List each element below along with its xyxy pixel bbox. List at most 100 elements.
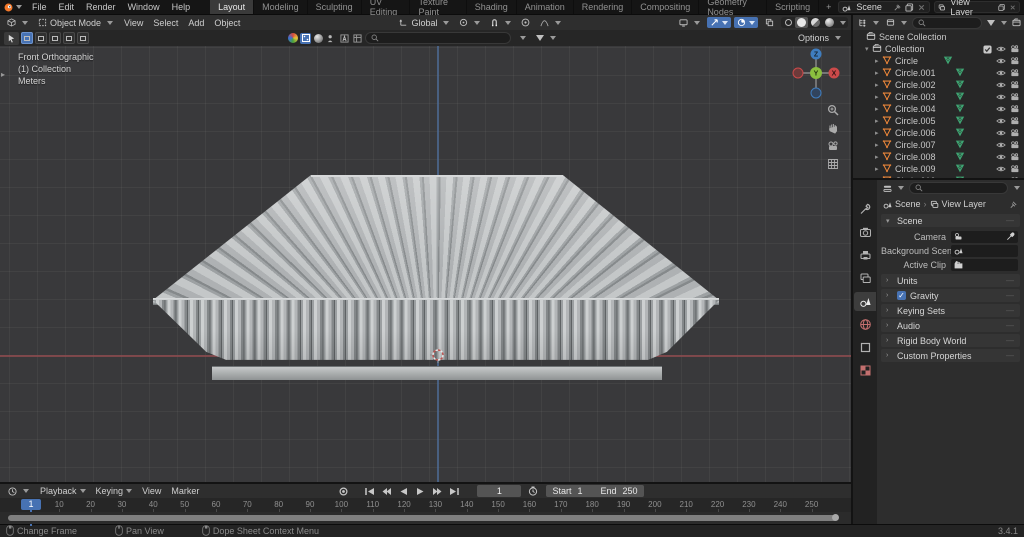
viewport-canvas[interactable]: Front Orthographic (1) Collection Meters… [0,46,851,482]
viewport-menu-object[interactable]: Object [209,17,245,29]
texture-filter-icon[interactable] [300,33,311,44]
menu-render[interactable]: Render [80,0,122,14]
eye-icon[interactable] [996,164,1006,174]
play-button[interactable] [413,485,427,497]
image-grid-filter-icon[interactable] [352,33,363,44]
panel-units[interactable]: ›Units— [881,274,1020,287]
jump-to-start-button[interactable] [362,485,376,497]
menu-help[interactable]: Help [166,0,197,14]
pin-icon[interactable] [1009,200,1018,209]
mode-dropdown[interactable]: Object Mode [34,17,117,29]
material-ball-filter-icon[interactable] [287,33,298,44]
camera-icon[interactable] [1010,116,1020,126]
scene-selector[interactable]: Scene [838,1,930,13]
eye-icon[interactable] [996,80,1006,90]
disclosure-triangle-icon[interactable]: ▸ [875,141,882,149]
workspace-tab-compositing[interactable]: Compositing [632,0,699,14]
workspace-tab-animation[interactable]: Animation [517,0,574,14]
panel-grip-icon[interactable]: — [1006,216,1015,225]
panel-rigid-body-world[interactable]: ›Rigid Body World— [881,334,1020,347]
eye-icon[interactable] [996,176,1006,178]
panel-grip-icon[interactable]: — [1006,321,1015,330]
add-workspace-button[interactable]: + [819,2,838,12]
disclosure-triangle-icon[interactable]: ▸ [875,105,882,113]
camera-icon[interactable] [1010,176,1020,178]
jump-to-end-button[interactable] [447,485,461,497]
panel-grip-icon[interactable]: — [1006,336,1015,345]
chevron-down-icon[interactable] [1014,186,1020,190]
outliner-object-circle-007[interactable]: ▸Circle.007 [853,139,1024,151]
camera-icon[interactable] [1010,80,1020,90]
shading-material-button[interactable] [809,17,822,28]
panel-grip-icon[interactable]: — [1006,351,1015,360]
eye-icon[interactable] [996,56,1006,66]
tab-object[interactable] [854,338,876,357]
timeline-menu-keying[interactable]: Keying [91,485,138,497]
camera-icon[interactable] [1010,68,1020,78]
font-filter-icon[interactable] [339,33,350,44]
eye-icon[interactable] [996,116,1006,126]
outliner-filter-button[interactable] [985,19,1009,27]
viewport-menu-add[interactable]: Add [183,17,209,29]
pin-icon[interactable] [893,3,902,12]
outliner-search-input[interactable] [912,17,982,29]
eye-icon[interactable] [996,44,1006,54]
select-mode-intersect-button[interactable] [77,32,89,44]
outliner-object-circle-010[interactable]: ▸Circle.010 [853,175,1024,178]
overlays-toggle[interactable] [734,17,758,28]
timeline-menu-playback[interactable]: Playback [35,485,91,497]
timeline-scrollbar-handle[interactable] [832,514,839,521]
outliner-object-circle-006[interactable]: ▸Circle.006 [853,127,1024,139]
previous-keyframe-button[interactable] [379,485,393,497]
panel-gravity[interactable]: ›✓Gravity— [881,289,1020,302]
camera-icon[interactable] [1010,44,1020,54]
select-mode-invert-button[interactable] [63,32,75,44]
options-dropdown[interactable]: Options [794,32,845,44]
transform-orientation-dropdown[interactable]: Global [395,17,453,29]
start-value[interactable]: 1 [577,486,582,496]
end-value[interactable]: 250 [622,486,637,496]
outliner-display-mode-button[interactable] [884,17,909,28]
timeline-menu-view[interactable]: View [137,485,166,497]
filter-funnel-button[interactable] [532,34,560,42]
select-mode-extend-button[interactable] [35,32,47,44]
camera-icon[interactable] [1010,56,1020,66]
visibility-dropdown[interactable] [675,17,704,28]
outliner-object-circle-003[interactable]: ▸Circle.003 [853,91,1024,103]
breadcrumb-view-layer[interactable]: View Layer [942,199,986,209]
tab-scene[interactable] [854,292,876,311]
view-layer-selector[interactable]: View Layer [934,1,1020,13]
gizmos-toggle[interactable] [707,17,731,28]
eye-icon[interactable] [996,152,1006,162]
pan-button[interactable] [826,121,839,134]
eye-icon[interactable] [996,104,1006,114]
proportional-edit-toggle[interactable] [517,17,534,28]
timeline-menu-marker[interactable]: Marker [166,485,204,497]
workspace-tab-rendering[interactable]: Rendering [574,0,633,14]
panel-grip-icon[interactable]: — [1006,306,1015,315]
camera-icon[interactable] [1010,152,1020,162]
scene-panel-header[interactable]: ▾ Scene — [881,214,1020,227]
orthographic-toggle-button[interactable] [826,157,839,170]
viewport-menu-select[interactable]: Select [148,17,183,29]
disclosure-triangle-icon[interactable]: ▸ [875,117,882,125]
disclosure-triangle-icon[interactable]: ▸ [875,93,882,101]
current-frame-field[interactable]: 1 [477,485,521,497]
disclosure-triangle-icon[interactable]: ▸ [875,81,882,89]
new-scene-icon[interactable] [905,3,914,12]
eyedropper-icon[interactable] [1006,232,1015,241]
workspace-tab-uv-editing[interactable]: UV Editing [362,0,411,14]
disclosure-triangle-icon[interactable]: ▸ [875,165,882,173]
outliner-editor-type-button[interactable] [856,17,881,28]
new-view-layer-icon[interactable] [998,3,1005,12]
navigation-gizmo[interactable]: Z X Y [792,48,840,100]
workspace-tab-geometry-nodes[interactable]: Geometry Nodes [699,0,767,14]
disclosure-triangle-icon[interactable]: ▸ [875,57,882,65]
properties-editor-type-button[interactable] [881,183,906,194]
select-mode-set-button[interactable] [21,32,33,44]
timeline-scrollbar[interactable] [8,515,837,521]
outliner-object-circle-001[interactable]: ▸Circle.001 [853,67,1024,79]
active-clip-field[interactable] [951,259,1018,271]
shading-solid-button[interactable] [795,17,808,28]
outliner-object-circle-005[interactable]: ▸Circle.005 [853,115,1024,127]
